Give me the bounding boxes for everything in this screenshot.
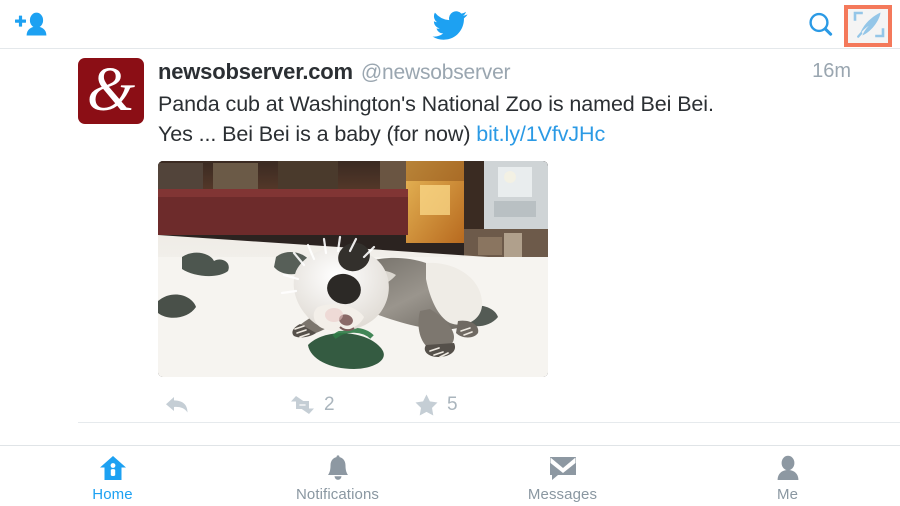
tweet-photo[interactable] — [158, 161, 548, 377]
twitter-bird-icon — [432, 10, 468, 40]
timeline: & newsobserver.com @newsobserver 16m Pan… — [0, 49, 900, 445]
envelope-icon — [549, 456, 576, 480]
tweet-text-line-1: Panda cub at Washington's National Zoo i… — [158, 92, 714, 116]
tweet-divider — [78, 422, 900, 423]
twitter-app-screen: & newsobserver.com @newsobserver 16m Pan… — [0, 0, 900, 506]
panda-cub-photo — [158, 161, 548, 377]
tweet-timestamp: 16m — [812, 60, 851, 82]
top-bar-actions — [799, 0, 900, 49]
person-icon — [777, 455, 798, 480]
display-name[interactable]: newsobserver.com — [158, 59, 353, 85]
tweet-actions: 2 5 — [158, 387, 886, 423]
bell-icon — [327, 454, 348, 480]
favorite-count: 5 — [447, 394, 458, 415]
nav-item-messages[interactable]: Messages — [450, 446, 675, 506]
envelope-icon-wrap — [548, 454, 578, 481]
twitter-logo — [0, 6, 900, 44]
nav-label-me: Me — [776, 485, 799, 503]
compose-button[interactable] — [844, 3, 893, 47]
tweet-text: Panda cub at Washington's National Zoo i… — [158, 89, 886, 149]
tweet-link[interactable]: bit.ly/1VfvJHc — [476, 122, 605, 146]
user-handle[interactable]: @newsobserver — [361, 61, 511, 85]
bottom-navigation: Home Notifications Messages Me — [0, 445, 900, 506]
nav-item-me[interactable]: Me — [675, 446, 900, 506]
tweet-item[interactable]: & newsobserver.com @newsobserver 16m Pan… — [0, 49, 900, 423]
person-icon-wrap — [775, 454, 801, 481]
search-icon — [809, 12, 833, 36]
retweet-icon — [291, 396, 314, 414]
star-icon — [415, 394, 438, 416]
retweet-count: 2 — [324, 394, 335, 415]
favorite-button[interactable]: 5 — [414, 393, 539, 417]
nav-label-notifications: Notifications — [295, 485, 379, 503]
nav-item-notifications[interactable]: Notifications — [225, 446, 450, 506]
top-bar — [0, 0, 900, 49]
home-icon-wrap — [99, 454, 127, 481]
reply-icon — [166, 397, 188, 413]
tweet-body: newsobserver.com @newsobserver 16m Panda… — [158, 58, 886, 423]
nav-item-home[interactable]: Home — [0, 446, 225, 506]
retweet-button[interactable]: 2 — [289, 394, 414, 416]
home-icon — [99, 455, 126, 480]
tweet-header: newsobserver.com @newsobserver — [158, 59, 886, 85]
bell-icon-wrap — [325, 454, 351, 481]
search-button[interactable] — [799, 3, 843, 47]
tweet-text-line-2: Yes ... Bei Bei is a baby (for now) — [158, 122, 477, 146]
nav-label-messages: Messages — [527, 485, 598, 503]
avatar-glyph: & — [86, 58, 136, 124]
reply-button[interactable] — [158, 394, 289, 416]
nav-label-home: Home — [92, 485, 133, 503]
avatar[interactable]: & — [78, 58, 144, 124]
compose-quill-icon — [853, 11, 885, 38]
